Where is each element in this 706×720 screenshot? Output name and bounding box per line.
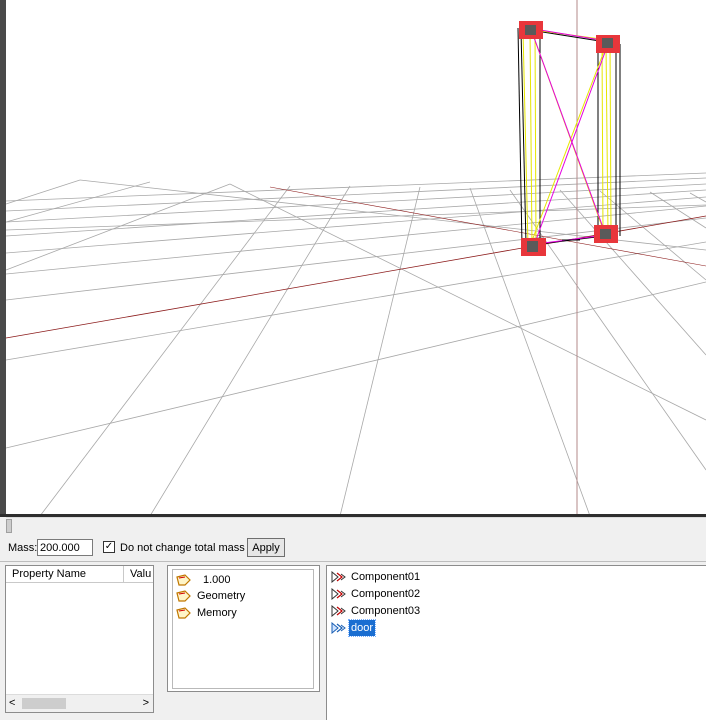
mass-label: Mass: — [8, 542, 38, 554]
property-grid[interactable]: Property Name Valu < > — [5, 565, 154, 713]
list-item-label: Component01 — [351, 571, 421, 583]
component-list[interactable]: Component01 Component02 Component03 door — [326, 565, 706, 720]
tree-item-label: Geometry — [197, 590, 246, 602]
3d-viewport[interactable] — [0, 0, 706, 517]
mass-input[interactable] — [37, 539, 93, 556]
keep-total-mass-checkbox[interactable]: ✓ — [103, 541, 115, 553]
mass-toolbar: Mass: ✓ Do not change total mass Apply — [0, 536, 706, 562]
node-bottom-right — [594, 225, 618, 243]
list-item-label: Component03 — [351, 605, 421, 617]
tree-item-label: Memory — [197, 607, 237, 619]
component-selected-icon — [331, 622, 346, 634]
axis-lines — [5, 0, 706, 516]
component-icon — [331, 571, 346, 583]
viewport-horizontal-scrollbar[interactable] — [6, 517, 706, 535]
scrollbar-thumb[interactable] — [6, 519, 12, 533]
viewport-left-border — [0, 0, 6, 516]
scroll-right-arrow-icon[interactable]: > — [143, 697, 149, 709]
node-top-left — [519, 21, 543, 39]
scroll-left-arrow-icon[interactable]: < — [9, 697, 15, 709]
node-top-right — [596, 35, 620, 53]
property-grid-scrollbar[interactable]: < > — [6, 694, 153, 712]
column-header-value[interactable]: Valu — [125, 566, 155, 582]
node-tag-icon — [176, 607, 191, 619]
keep-total-mass-label: Do not change total mass — [120, 542, 245, 554]
component-icon — [331, 588, 346, 600]
property-grid-scroll-thumb[interactable] — [22, 698, 66, 709]
object-info-tree[interactable]: 1.000 Geometry Memory — [167, 565, 320, 692]
list-item-label-selected: door — [347, 619, 377, 637]
component-icon — [331, 605, 346, 617]
panel-divider — [0, 561, 706, 562]
apply-button[interactable]: Apply — [247, 538, 285, 557]
node-tag-icon — [176, 590, 191, 602]
property-grid-header: Property Name Valu — [6, 566, 153, 583]
object-info-tree-inner: 1.000 Geometry Memory — [172, 569, 314, 689]
list-item-label: Component02 — [351, 588, 421, 600]
tree-item-label: 1.000 — [203, 574, 231, 586]
node-tag-icon — [176, 574, 191, 586]
node-bottom-left — [521, 238, 546, 256]
scene-canvas[interactable] — [0, 0, 706, 516]
column-header-property-name[interactable]: Property Name — [6, 566, 124, 582]
frame-nodes[interactable] — [519, 21, 620, 256]
rigid-body-frame[interactable] — [517, 21, 621, 256]
